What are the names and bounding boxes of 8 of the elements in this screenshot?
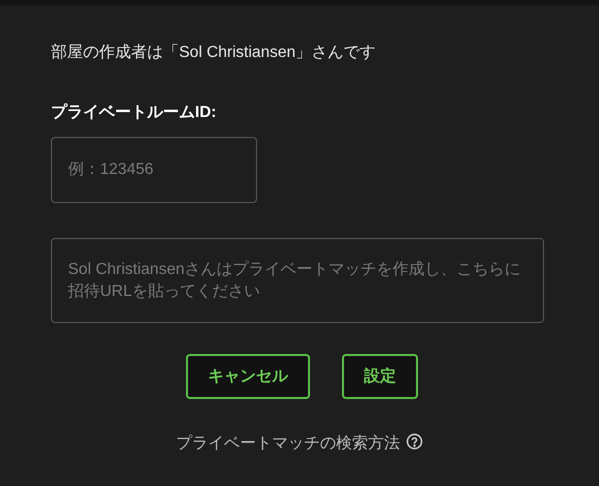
room-id-label: プライベートルームID:: [51, 102, 218, 123]
room-id-field[interactable]: 例：123456: [51, 137, 257, 203]
help-icon[interactable]: [406, 432, 423, 450]
cancel-button[interactable]: キャンセル: [186, 354, 310, 399]
set-button[interactable]: 設定: [342, 354, 418, 399]
creator-notice: 部屋の作成者は「Sol Christiansen」さんです: [51, 42, 376, 63]
help-link[interactable]: プライベートマッチの検索方法: [176, 432, 400, 456]
invite-url-field[interactable]: Sol Christiansenさんはプライベートマッチを作成し、こちらに招待URLを貼ってください: [51, 238, 544, 323]
